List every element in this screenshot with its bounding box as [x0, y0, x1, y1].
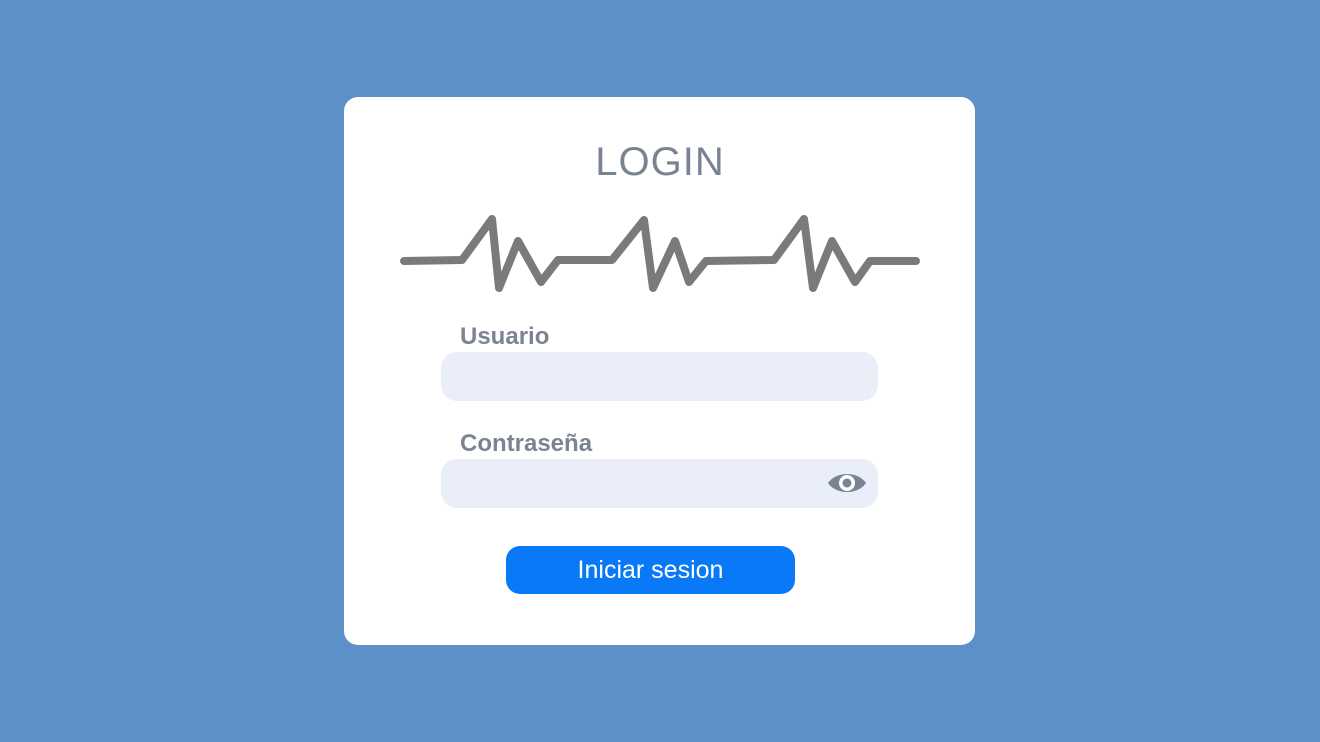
login-title: LOGIN: [595, 140, 725, 184]
heartbeat-pulse-icon: [400, 215, 920, 292]
password-input[interactable]: [441, 459, 878, 508]
eye-icon[interactable]: [826, 467, 868, 499]
username-label: Usuario: [460, 323, 550, 350]
login-button[interactable]: Iniciar sesion: [506, 546, 795, 594]
username-input[interactable]: [441, 352, 878, 401]
password-label: Contraseña: [460, 430, 593, 457]
